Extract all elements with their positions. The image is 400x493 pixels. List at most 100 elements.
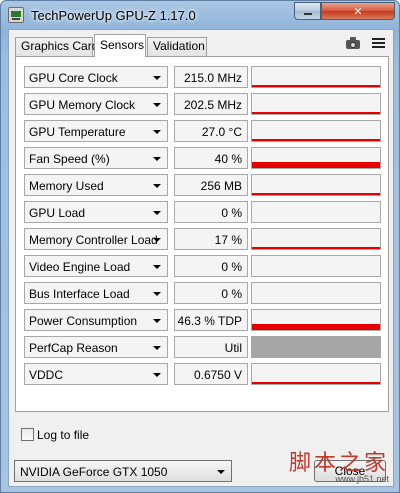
- sensor-value-box: 0 %: [174, 255, 248, 277]
- sensor-graph-fill: [252, 247, 380, 249]
- log-to-file-label[interactable]: Log to file: [37, 428, 89, 442]
- sensor-name-dropdown[interactable]: Memory Controller Load: [24, 228, 168, 250]
- log-to-file-checkbox[interactable]: [21, 428, 34, 441]
- sensor-graph-fill: [252, 193, 380, 195]
- sensor-name-dropdown[interactable]: Memory Used: [24, 174, 168, 196]
- close-window-button[interactable]: ✕: [321, 2, 395, 20]
- sensor-value-box: 256 MB: [174, 174, 248, 196]
- sensor-name-dropdown[interactable]: Bus Interface Load: [24, 282, 168, 304]
- chevron-down-icon: [153, 373, 161, 377]
- sensors-panel: GPU Core Clock 215.0 MHz GPU Memory Clock 2…: [15, 56, 389, 412]
- sensor-value-box: Util: [174, 336, 248, 358]
- sensor-graph-fill: [252, 139, 380, 141]
- sensor-value: 202.5 MHz: [183, 98, 242, 112]
- sensor-row: Power Consumption 46.3 % TDP: [24, 309, 381, 332]
- sensor-name-dropdown[interactable]: Fan Speed (%): [24, 147, 168, 169]
- sensor-name-dropdown[interactable]: Video Engine Load: [24, 255, 168, 277]
- chevron-down-icon: [153, 211, 161, 215]
- sensor-value: Util: [224, 341, 242, 355]
- chevron-down-icon: [153, 319, 161, 323]
- tab-sensors[interactable]: Sensors: [94, 34, 146, 57]
- sensor-name-label: Video Engine Load: [29, 260, 131, 274]
- close-icon: ✕: [353, 5, 363, 18]
- sensor-value-box: 0 %: [174, 201, 248, 223]
- sensor-name-dropdown[interactable]: GPU Memory Clock: [24, 93, 168, 115]
- sensor-value-box: 0.6750 V: [174, 363, 248, 385]
- sensor-name-label: Bus Interface Load: [29, 287, 130, 301]
- tab-graphics-card[interactable]: Graphics Card: [15, 37, 98, 56]
- sensor-value: 0 %: [221, 260, 242, 274]
- sensor-value-box: 27.0 °C: [174, 120, 248, 142]
- sensor-value: 0 %: [221, 206, 242, 220]
- sensor-value-box: 202.5 MHz: [174, 93, 248, 115]
- tab-validation[interactable]: Validation: [147, 37, 207, 56]
- chevron-down-icon: [153, 130, 161, 134]
- sensor-graph[interactable]: [251, 363, 381, 385]
- sensor-name-dropdown[interactable]: PerfCap Reason: [24, 336, 168, 358]
- menu-icon[interactable]: [371, 36, 387, 50]
- sensor-name-label: VDDC: [29, 368, 64, 382]
- sensor-graph[interactable]: [251, 255, 381, 277]
- sensor-name-label: Memory Controller Load: [29, 233, 158, 247]
- sensor-name-label: Power Consumption: [29, 314, 138, 328]
- sensor-row: GPU Load 0 %: [24, 201, 381, 224]
- client-area: Graphics Card Sensors Validation GPU Cor…: [8, 29, 394, 487]
- chevron-down-icon: [153, 157, 161, 161]
- camera-icon[interactable]: [345, 36, 361, 50]
- chevron-down-icon: [153, 103, 161, 107]
- sensor-row: Video Engine Load 0 %: [24, 255, 381, 278]
- sensor-row: Bus Interface Load 0 %: [24, 282, 381, 305]
- sensor-value-box: 0 %: [174, 282, 248, 304]
- chevron-down-icon: [153, 238, 161, 242]
- sensor-graph[interactable]: [251, 66, 381, 88]
- watermark: 脚本之家 www.jb51.net: [270, 445, 395, 487]
- sensor-row: PerfCap Reason Util: [24, 336, 381, 359]
- sensor-graph[interactable]: [251, 120, 381, 142]
- title-bar[interactable]: TechPowerUp GPU-Z 1.17.0 ✕: [1, 1, 399, 29]
- sensor-value: 17 %: [214, 233, 242, 247]
- chevron-down-icon: [153, 76, 161, 80]
- gpuz-app-icon: [8, 7, 24, 23]
- gpu-select-dropdown[interactable]: NVIDIA GeForce GTX 1050: [14, 460, 232, 482]
- sensor-value-box: 46.3 % TDP: [174, 309, 248, 331]
- sensor-graph[interactable]: [251, 174, 381, 196]
- sensor-value-box: 17 %: [174, 228, 248, 250]
- sensor-graph[interactable]: [251, 282, 381, 304]
- sensor-graph-fill: [252, 85, 380, 87]
- sensor-value: 27.0 °C: [201, 125, 242, 139]
- sensor-graph[interactable]: [251, 228, 381, 250]
- chevron-down-icon: [153, 184, 161, 188]
- sensor-name-dropdown[interactable]: VDDC: [24, 363, 168, 385]
- watermark-logo: 脚本之家: [288, 451, 389, 476]
- sensor-name-label: GPU Temperature: [29, 125, 126, 139]
- sensor-graph[interactable]: [251, 93, 381, 115]
- sensor-graph[interactable]: [251, 336, 381, 358]
- sensor-name-label: GPU Memory Clock: [29, 98, 136, 112]
- sensor-graph-fill: [252, 337, 380, 357]
- sensor-graph[interactable]: [251, 201, 381, 223]
- sensor-value: 0.6750 V: [193, 368, 242, 382]
- sensor-graph-fill: [252, 112, 380, 114]
- minimize-button[interactable]: [294, 2, 321, 20]
- sensor-value: 256 MB: [200, 179, 242, 193]
- sensor-row: VDDC 0.6750 V: [24, 363, 381, 386]
- sensor-name-dropdown[interactable]: GPU Core Clock: [24, 66, 168, 88]
- sensor-row: GPU Temperature 27.0 °C: [24, 120, 381, 143]
- sensor-value: 0 %: [221, 287, 242, 301]
- sensor-value: 46.3 % TDP: [177, 314, 242, 328]
- sensor-value: 215.0 MHz: [183, 71, 242, 85]
- sensor-row: GPU Core Clock 215.0 MHz: [24, 66, 381, 89]
- sensor-name-dropdown[interactable]: GPU Temperature: [24, 120, 168, 142]
- sensor-graph-fill: [252, 162, 380, 168]
- sensor-name-label: Memory Used: [29, 179, 104, 193]
- sensor-graph[interactable]: [251, 309, 381, 331]
- watermark-url: www.jb51.net: [335, 474, 389, 484]
- sensor-name-label: GPU Core Clock: [29, 71, 118, 85]
- sensor-name-label: PerfCap Reason: [29, 341, 118, 355]
- sensor-name-dropdown[interactable]: Power Consumption: [24, 309, 168, 331]
- sensor-graph[interactable]: [251, 147, 381, 169]
- window-title: TechPowerUp GPU-Z 1.17.0: [31, 8, 196, 23]
- sensor-name-dropdown[interactable]: GPU Load: [24, 201, 168, 223]
- chevron-down-icon: [217, 470, 225, 474]
- gpu-select-value: NVIDIA GeForce GTX 1050: [20, 465, 168, 479]
